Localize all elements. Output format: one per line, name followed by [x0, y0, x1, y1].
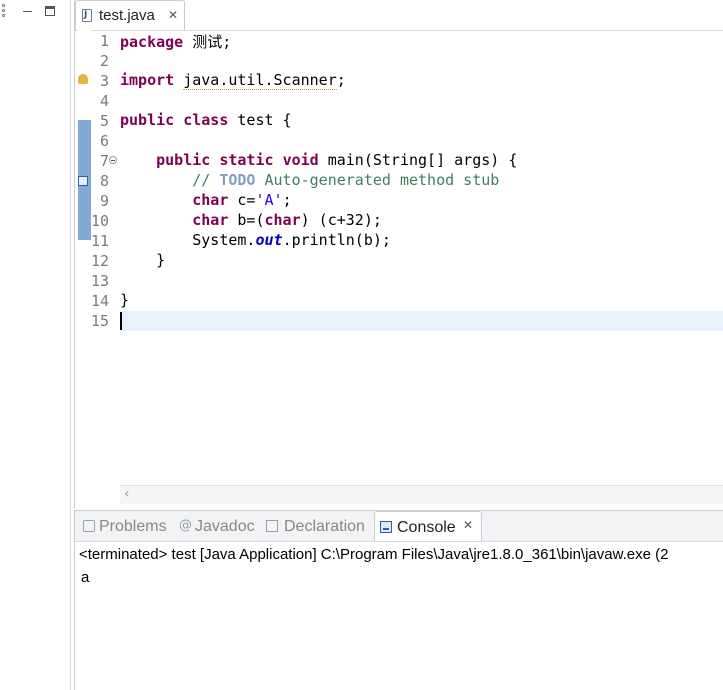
code-editor: J test.java ✕ 1 2 3 4 5 6 7 8 9 10 11 12…	[74, 0, 723, 508]
problems-icon	[83, 520, 95, 532]
line-number: 4	[99, 92, 109, 110]
line-number: 6	[99, 132, 109, 150]
line-number: 15	[90, 312, 109, 330]
code-line: System.out.println(b);	[192, 231, 391, 249]
text-caret	[120, 312, 122, 330]
code-line: import java.util.Scanner;	[120, 71, 346, 90]
code-line: char c='A';	[192, 191, 292, 209]
line-number: 8	[99, 172, 109, 190]
javadoc-icon: @	[179, 518, 192, 533]
code-line: // TODO Auto-generated method stub	[192, 171, 500, 189]
console-output: a	[81, 569, 90, 586]
code-line: public class test {	[120, 111, 292, 129]
tab-label: test.java	[99, 7, 155, 24]
console-status: <terminated> test [Java Application] C:\…	[79, 546, 669, 563]
current-line-highlight	[120, 311, 723, 331]
line-number: 9	[99, 192, 109, 210]
code-line: }	[156, 251, 166, 269]
bottom-panel: Problems @ Javadoc Declaration Console ✕…	[74, 510, 723, 690]
line-number: 7	[99, 152, 109, 170]
editor-tab-bar: J test.java ✕	[75, 0, 723, 31]
code-line: package 测试;	[120, 33, 232, 51]
java-file-icon: J	[82, 9, 92, 22]
code-line: char b=(char) (c+32);	[192, 211, 382, 229]
tab-console[interactable]: Console ✕	[374, 511, 482, 541]
tab-test-java[interactable]: J test.java ✕	[75, 0, 185, 30]
console-icon	[380, 521, 392, 533]
tab-problems[interactable]: Problems	[79, 511, 175, 541]
left-side-panel	[0, 0, 71, 690]
line-number: 12	[90, 252, 109, 270]
line-number: 10	[90, 212, 109, 230]
warning-icon[interactable]	[78, 74, 88, 84]
code-line: public static void main(String[] args) {	[156, 151, 518, 169]
code-line: }	[120, 291, 130, 309]
annotation-ruler	[78, 30, 91, 485]
panel-drag-handle-icon[interactable]	[1, 4, 7, 18]
bottom-tab-bar: Problems @ Javadoc Declaration Console ✕	[75, 511, 723, 542]
maximize-icon[interactable]	[45, 6, 55, 16]
unused-import-warning: java.util.Scanner	[183, 71, 337, 90]
close-tab-icon[interactable]: ✕	[168, 8, 178, 22]
line-number: 13	[90, 272, 109, 290]
task-icon[interactable]	[78, 176, 88, 186]
line-number: 14	[90, 292, 109, 310]
fold-collapse-icon[interactable]	[109, 156, 117, 164]
tab-javadoc[interactable]: @ Javadoc	[177, 511, 263, 541]
horizontal-scrollbar[interactable]: ‹	[120, 485, 723, 504]
scroll-left-icon[interactable]: ‹	[124, 486, 130, 502]
line-number: 1	[99, 32, 109, 50]
line-number: 5	[99, 112, 109, 130]
line-number: 11	[90, 232, 109, 250]
close-console-icon[interactable]: ✕	[463, 518, 473, 532]
line-number: 3	[99, 72, 109, 90]
declaration-icon	[266, 520, 278, 532]
line-number: 2	[99, 52, 109, 70]
minimize-icon[interactable]	[22, 6, 33, 17]
tab-declaration[interactable]: Declaration	[264, 511, 374, 541]
